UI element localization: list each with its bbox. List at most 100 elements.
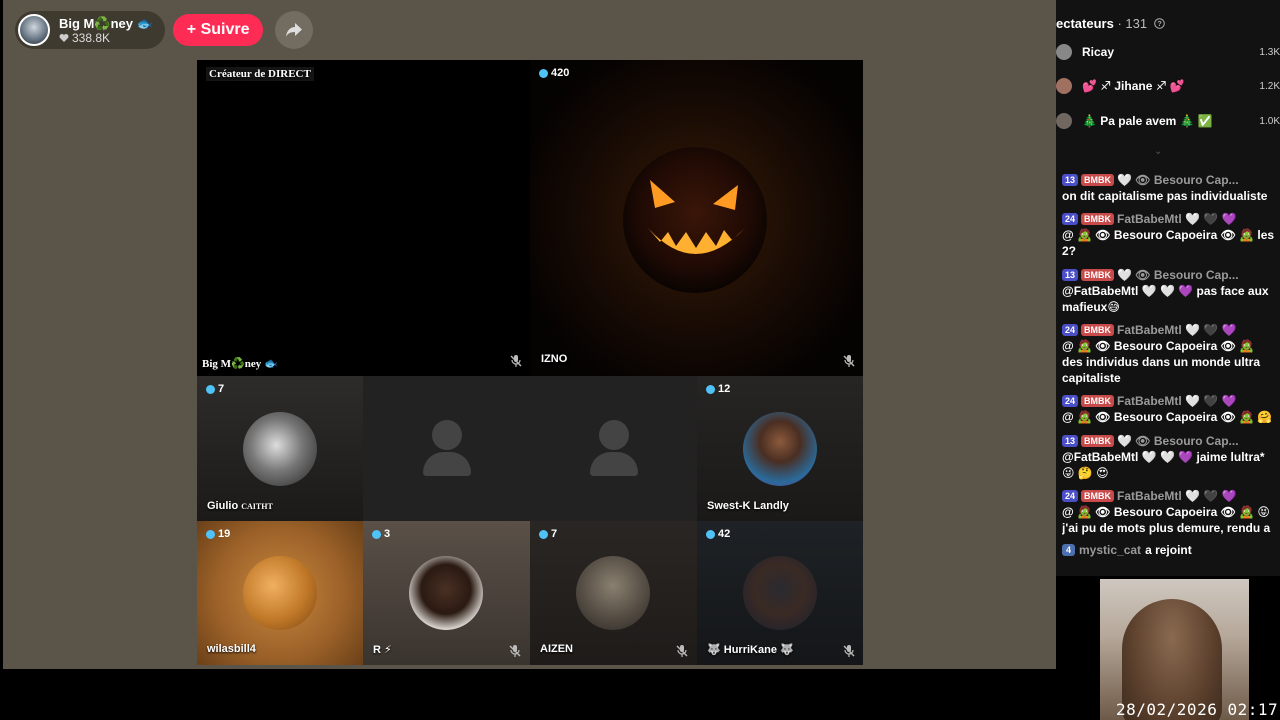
viewer-item[interactable]: Ricay 1.3K: [1056, 39, 1280, 65]
viewer-dot-icon: [706, 529, 715, 539]
viewers-count: · 131: [1117, 16, 1148, 31]
club-badge: BMBK: [1081, 435, 1115, 447]
host-likes: 338.8K: [59, 31, 153, 45]
creator-name: Big M♻️ney 🐟: [202, 358, 278, 370]
chat-text: on dit capitalisme pas individualiste: [1062, 189, 1268, 203]
mic-muted-icon: [509, 645, 521, 657]
host-name[interactable]: Big M♻️ney 🐟: [59, 16, 153, 31]
guest-tile-hurrikane[interactable]: 42 🐺 HurriKane 🐺: [697, 521, 863, 665]
creator-role-label: Créateur de DIRECT: [206, 67, 314, 81]
heart-icon: [59, 33, 69, 42]
chat-message: 24 BMBK FatBabeMtl 🤍 🖤 💜 @ 🧟 👁 Besouro Cap…: [1062, 211, 1278, 259]
guest-tile-giulio[interactable]: 7 Giulio CAITHT: [197, 376, 363, 521]
host-avatar[interactable]: [18, 14, 50, 46]
svg-text:?: ?: [1157, 19, 1162, 28]
chat-username[interactable]: FatBabeMtl 🤍 🖤 💜: [1117, 393, 1237, 409]
viewer-avatar: [1056, 78, 1072, 94]
chat-text: @ 🧟 👁 Besouro Capoeira 👁 🧟 😝 j'ai pu de …: [1062, 505, 1271, 535]
person-placeholder-icon: [599, 420, 629, 450]
empty-seat-tile[interactable]: [363, 376, 530, 521]
viewer-name: 💕 ♐ Jihane ♐ 💕: [1082, 79, 1185, 93]
viewer-dot-icon: [206, 529, 215, 539]
chat-message: 24 BMBK FatBabeMtl 🤍 🖤 💜 @ 🧟 👁 Besouro Cap…: [1062, 322, 1278, 386]
club-badge: BMBK: [1081, 324, 1115, 336]
mic-muted-icon: [843, 355, 855, 367]
viewer-dot-icon: [706, 384, 715, 394]
stream-header: Big M♻️ney 🐟 338.8K + Suivre: [15, 11, 314, 49]
guest-avatar: [243, 412, 317, 486]
empty-seat-tile[interactable]: [530, 376, 697, 521]
side-panel: ectateurs · 131 ? Ricay 1.3K 💕 ♐ Jihane …: [1056, 0, 1280, 576]
chat-text: @FatBabeMtl 🤍 🤍 💜 jaime lultra* 😜 🤔 😍: [1062, 450, 1265, 480]
guest-count: 7: [539, 528, 557, 540]
guest-name: AIZEN: [540, 643, 573, 655]
viewer-item[interactable]: 🎄 Pa pale avem 🎄 ✅ 1.0K: [1056, 108, 1280, 134]
guest-tile-izno[interactable]: 420 IZNO: [530, 60, 863, 376]
creator-tile[interactable]: Créateur de DIRECT Big M♻️ney 🐟: [197, 60, 530, 376]
guest-name: IZNO: [538, 352, 571, 366]
share-icon: [286, 23, 303, 37]
guest-tile-wilasbill[interactable]: 19 wilasbill4: [197, 521, 363, 665]
chat-username[interactable]: 🤍 👁 Besouro Cap...: [1117, 172, 1239, 188]
chat-text: @ 🧟 👁 Besouro Capoeira 👁 🧟 🤗: [1062, 410, 1273, 424]
chat-username[interactable]: FatBabeMtl 🤍 🖤 💜: [1117, 211, 1237, 227]
guest-tile-aizen[interactable]: 7 AIZEN: [530, 521, 697, 665]
timestamp: 28/02/2026 02:17: [1116, 700, 1279, 719]
webcam-overlay: [1100, 579, 1249, 720]
guest-count: 19: [206, 528, 230, 540]
level-badge: 13: [1062, 269, 1079, 281]
guest-count: 42: [706, 528, 730, 540]
likes-count: 338.8K: [72, 30, 111, 45]
mic-muted-icon: [510, 355, 522, 367]
chevron-down-icon[interactable]: ⌄: [1154, 146, 1162, 157]
level-badge: 4: [1062, 544, 1076, 556]
person-placeholder-body: [423, 452, 471, 476]
level-badge: 24: [1062, 490, 1079, 502]
guest-name: Giulio CAITHT: [207, 500, 273, 512]
join-username[interactable]: mystic_cat: [1079, 543, 1141, 557]
viewer-score: 1.0K: [1259, 115, 1280, 127]
guest-count: 420: [539, 67, 569, 79]
level-badge: 13: [1062, 174, 1079, 186]
club-badge: BMBK: [1081, 269, 1115, 281]
help-icon[interactable]: ?: [1153, 18, 1165, 29]
mic-muted-icon: [676, 645, 688, 657]
host-info[interactable]: Big M♻️ney 🐟 338.8K: [15, 11, 165, 49]
chat-username[interactable]: FatBabeMtl 🤍 🖤 💜: [1117, 322, 1237, 338]
level-badge: 24: [1062, 213, 1079, 225]
chat-message: 24 BMBK FatBabeMtl 🤍 🖤 💜 @ 🧟 👁 Besouro Cap…: [1062, 393, 1278, 425]
club-badge: BMBK: [1081, 490, 1115, 502]
share-button[interactable]: [275, 11, 314, 49]
chat-message: 13 BMBK 🤍 👁 Besouro Cap... @FatBabeMtl 🤍 🤍…: [1062, 267, 1278, 315]
guest-avatar: [409, 556, 483, 630]
viewers-header[interactable]: ectateurs · 131 ?: [1056, 16, 1165, 31]
viewer-name: 🎄 Pa pale avem 🎄 ✅: [1082, 114, 1213, 128]
chat-username[interactable]: FatBabeMtl 🤍 🖤 💜: [1117, 488, 1237, 504]
chat-text: @ 🧟 👁 Besouro Capoeira 👁 🧟 les 2?: [1062, 228, 1275, 258]
person-placeholder-icon: [432, 420, 462, 450]
guest-avatar: [243, 556, 317, 630]
guest-name: wilasbill4: [207, 643, 256, 655]
video-grid: Créateur de DIRECT Big M♻️ney 🐟 420 IZNO…: [197, 60, 863, 665]
viewer-score: 1.3K: [1259, 46, 1280, 58]
guest-tile-r[interactable]: 3 R ⚡: [363, 521, 530, 665]
guest-count: 12: [706, 383, 730, 395]
chat-text: @ 🧟 👁 Besouro Capoeira 👁 🧟 des individus…: [1062, 339, 1261, 385]
follow-button[interactable]: + Suivre: [172, 14, 264, 46]
viewer-dot-icon: [206, 384, 215, 394]
guest-name: Swest-K Landly: [707, 500, 789, 512]
guest-tile-swest[interactable]: 12 Swest-K Landly: [697, 376, 863, 521]
join-text: a rejoint: [1145, 543, 1192, 557]
viewer-score: 1.2K: [1259, 80, 1280, 92]
level-badge: 13: [1062, 435, 1079, 447]
viewer-item[interactable]: 💕 ♐ Jihane ♐ 💕 1.2K: [1056, 73, 1280, 99]
viewer-dot-icon: [539, 68, 548, 78]
guest-avatar: [576, 556, 650, 630]
viewer-name: Ricay: [1082, 45, 1115, 59]
guest-name: 🐺 HurriKane 🐺: [707, 644, 794, 656]
guest-name: R ⚡: [373, 644, 392, 656]
chat-username[interactable]: 🤍 👁 Besouro Cap...: [1117, 267, 1239, 283]
join-notice: 4 mystic_cat a rejoint: [1062, 543, 1192, 557]
guest-count: 7: [206, 383, 224, 395]
chat-username[interactable]: 🤍 👁 Besouro Cap...: [1117, 433, 1239, 449]
